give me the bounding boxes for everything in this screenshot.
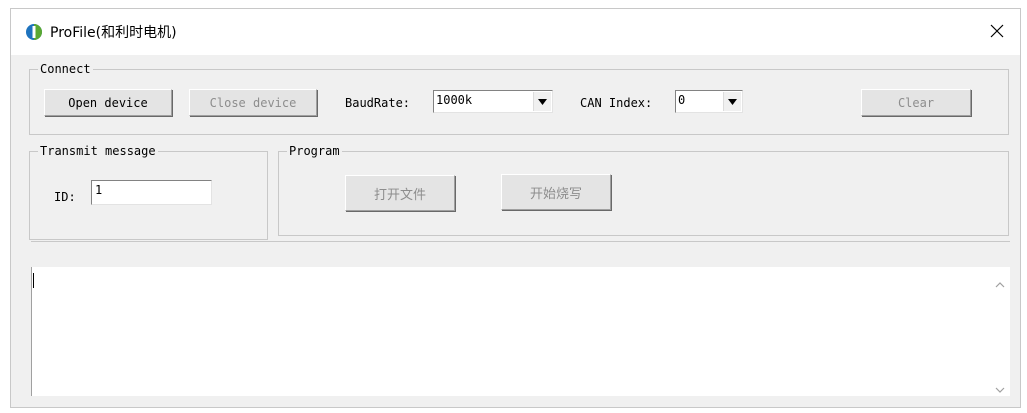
open-device-button[interactable]: Open device — [44, 89, 172, 116]
baudrate-value: 1000k — [436, 93, 473, 107]
close-icon — [990, 24, 1004, 38]
chevron-down-icon — [728, 98, 737, 105]
clear-button[interactable]: Clear — [861, 89, 971, 116]
scroll-up-button[interactable] — [994, 277, 1006, 288]
text-caret — [33, 273, 34, 288]
transmit-group-label: Transmit message — [38, 144, 158, 158]
id-input[interactable]: 1 — [91, 180, 212, 205]
window-title: ProFile(和利时电机) — [50, 25, 177, 41]
chevron-up-icon — [995, 282, 1005, 288]
program-group-label: Program — [287, 144, 342, 158]
close-window-button[interactable] — [974, 9, 1020, 55]
can-index-value: 0 — [678, 93, 686, 107]
scroll-down-button[interactable] — [994, 382, 1006, 393]
log-header-strip — [31, 241, 1010, 267]
baudrate-select[interactable]: 1000k — [433, 90, 553, 113]
can-index-label: CAN Index: — [580, 96, 653, 110]
close-device-button[interactable]: Close device — [189, 89, 317, 116]
title-bar[interactable]: ProFile(和利时电机) — [11, 9, 1020, 55]
baudrate-label: BaudRate: — [345, 96, 411, 110]
app-window: ProFile(和利时电机) Connect Open device Close… — [10, 8, 1021, 408]
baudrate-dropdown-arrow[interactable] — [533, 92, 551, 111]
can-index-dropdown-arrow[interactable] — [723, 92, 741, 111]
connect-group: Connect Open device Close device BaudRat… — [29, 62, 1009, 135]
id-value: 1 — [95, 183, 103, 197]
start-burn-button[interactable]: 开始烧写 — [501, 174, 611, 210]
connect-group-label: Connect — [38, 62, 93, 76]
chevron-down-icon — [995, 387, 1005, 393]
app-logo-icon — [25, 23, 43, 41]
log-textarea[interactable] — [31, 267, 1010, 396]
id-label: ID: — [54, 190, 76, 204]
program-group: Program 打开文件 开始烧写 — [278, 144, 1009, 236]
transmit-message-group: Transmit message ID: 1 — [29, 144, 268, 240]
chevron-down-icon — [538, 98, 547, 105]
can-index-select[interactable]: 0 — [675, 90, 743, 113]
open-file-button[interactable]: 打开文件 — [345, 175, 455, 211]
